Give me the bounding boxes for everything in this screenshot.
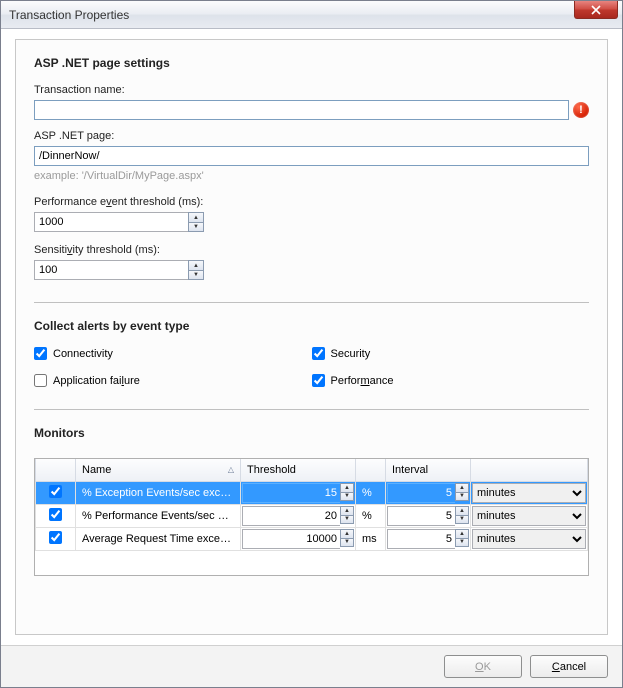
interval-down-button[interactable]: ▼ [455,538,469,547]
interval-up-button[interactable]: ▲ [455,506,469,515]
monitor-name-cell: % Performance Events/sec exc... [76,510,240,522]
perf-threshold-spinner: ▲ ▼ [34,212,204,232]
monitor-interval-input[interactable] [387,506,455,526]
asp-page-label: ASP .NET page: [34,130,589,142]
table-row[interactable]: % Performance Events/sec exc...▲▼%▲▼minu… [36,504,588,527]
perf-threshold-label: Performance event threshold (ms): [34,196,589,208]
monitors-table: Name △ Threshold Interval % Exception Ev… [34,458,589,576]
monitor-threshold-spinner: ▲▼ [242,506,354,526]
interval-up-button[interactable]: ▲ [455,529,469,538]
monitor-interval-spinner: ▲▼ [387,529,469,549]
monitor-name-cell: % Exception Events/sec excee... [76,487,240,499]
interval-down-button[interactable]: ▼ [455,515,469,524]
monitor-interval-unit-select[interactable]: minutes [472,483,586,503]
monitor-interval-spinner: ▲▼ [387,506,469,526]
ok-button[interactable]: OK [444,655,522,678]
monitor-threshold-spinner: ▲▼ [242,483,354,503]
monitor-interval-spinner: ▲▼ [387,483,469,503]
perf-threshold-input[interactable] [34,212,188,232]
performance-checkbox-row[interactable]: Performance [312,374,590,387]
monitor-unit-cell: ms [356,533,385,545]
divider [34,409,589,410]
col-unit-header[interactable] [356,459,386,481]
col-interval-header[interactable]: Interval [386,459,471,481]
threshold-up-button[interactable]: ▲ [340,483,354,492]
close-icon [591,5,601,15]
sensitivity-label: Sensitivity threshold (ms): [34,244,589,256]
app-failure-label: Application failure [53,375,140,387]
table-row[interactable]: % Exception Events/sec excee...▲▼%▲▼minu… [36,481,588,504]
transaction-name-row: ! [34,100,589,120]
panel: ASP .NET page settings Transaction name:… [15,39,608,635]
sort-asc-icon: △ [228,465,234,474]
col-checkbox-header[interactable] [36,459,76,481]
sensitivity-up-button[interactable]: ▲ [188,260,204,270]
transaction-name-label: Transaction name: [34,84,589,96]
performance-label: Performance [331,375,394,387]
monitor-threshold-input[interactable] [242,529,340,549]
monitor-interval-input[interactable] [387,529,455,549]
button-bar: OK Cancel [1,645,622,687]
connectivity-checkbox-row[interactable]: Connectivity [34,347,312,360]
monitors-area: Monitors Name △ Threshold [34,426,589,622]
monitor-interval-unit-select[interactable]: minutes [472,529,586,549]
threshold-down-button[interactable]: ▼ [340,492,354,501]
cancel-button[interactable]: Cancel [530,655,608,678]
interval-down-button[interactable]: ▼ [455,492,469,501]
asp-page-row [34,146,589,166]
asp-page-input[interactable] [34,146,589,166]
monitor-interval-unit-select[interactable]: minutes [472,506,586,526]
perf-threshold-down-button[interactable]: ▼ [188,222,204,232]
security-checkbox-row[interactable]: Security [312,347,590,360]
error-icon: ! [573,102,589,118]
transaction-name-input[interactable] [34,100,569,120]
security-checkbox[interactable] [312,347,325,360]
threshold-down-button[interactable]: ▼ [340,515,354,524]
monitor-unit-cell: % [356,487,385,499]
transaction-properties-window: Transaction Properties ASP .NET page set… [0,0,623,688]
col-interval-unit-header[interactable] [471,459,588,481]
monitor-threshold-input[interactable] [242,506,340,526]
sensitivity-input[interactable] [34,260,188,280]
sensitivity-spinner: ▲ ▼ [34,260,204,280]
titlebar: Transaction Properties [1,1,622,29]
col-threshold-header[interactable]: Threshold [241,459,356,481]
monitor-row-checkbox[interactable] [49,531,62,544]
section-monitors-title: Monitors [34,426,589,440]
table-row[interactable]: Average Request Time exceed...▲▼ms▲▼minu… [36,527,588,550]
monitor-threshold-spinner: ▲▼ [242,529,354,549]
monitor-threshold-input[interactable] [242,483,340,503]
monitor-unit-cell: % [356,510,385,522]
sensitivity-down-button[interactable]: ▼ [188,270,204,280]
section-alerts-title: Collect alerts by event type [34,319,589,333]
threshold-up-button[interactable]: ▲ [340,529,354,538]
close-button[interactable] [574,1,618,19]
dialog-body: ASP .NET page settings Transaction name:… [1,29,622,645]
asp-page-hint: example: '/VirtualDir/MyPage.aspx' [34,170,589,182]
threshold-up-button[interactable]: ▲ [340,506,354,515]
app-failure-checkbox-row[interactable]: Application failure [34,374,312,387]
connectivity-label: Connectivity [53,348,113,360]
performance-checkbox[interactable] [312,374,325,387]
monitor-row-checkbox[interactable] [49,485,62,498]
section-asp-settings-title: ASP .NET page settings [34,56,589,70]
col-name-header[interactable]: Name △ [76,459,241,481]
divider [34,302,589,303]
threshold-down-button[interactable]: ▼ [340,538,354,547]
monitor-name-cell: Average Request Time exceed... [76,533,240,545]
connectivity-checkbox[interactable] [34,347,47,360]
alerts-grid: Connectivity Security Application failur… [34,347,589,387]
window-title: Transaction Properties [9,8,129,22]
app-failure-checkbox[interactable] [34,374,47,387]
monitor-row-checkbox[interactable] [49,508,62,521]
perf-threshold-up-button[interactable]: ▲ [188,212,204,222]
monitor-interval-input[interactable] [387,483,455,503]
interval-up-button[interactable]: ▲ [455,483,469,492]
security-label: Security [331,348,371,360]
